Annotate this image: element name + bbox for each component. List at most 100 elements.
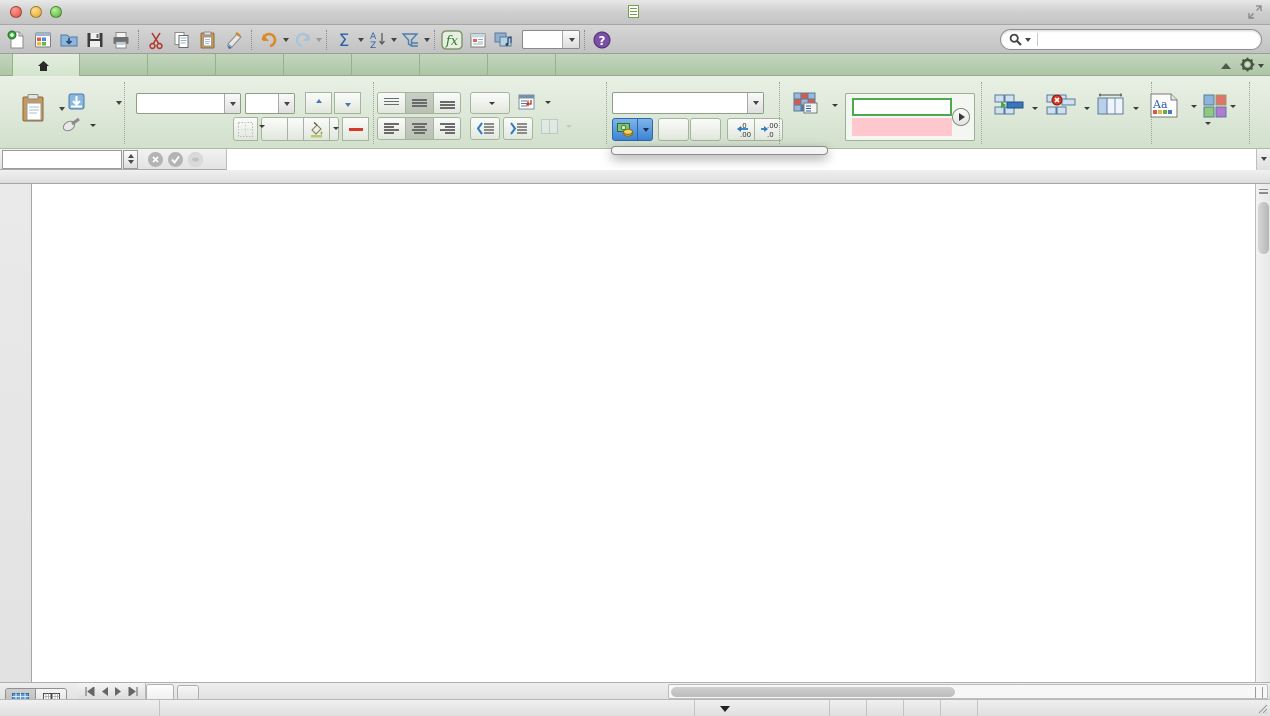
- align-bottom-button[interactable]: [433, 92, 461, 114]
- align-left-button[interactable]: [377, 117, 405, 140]
- theme-colors-dropdown-arrow[interactable]: [1230, 104, 1236, 108]
- print-icon[interactable]: [108, 26, 134, 53]
- horizontal-scroll-thumb[interactable]: [671, 687, 955, 697]
- scroll-split-handle[interactable]: [1257, 185, 1270, 197]
- align-center-button[interactable]: [405, 117, 433, 140]
- fill-dropdown-arrow[interactable]: [116, 101, 122, 105]
- increase-decimal-icon[interactable]: .00 .0: [727, 118, 755, 141]
- currency-icon[interactable]: [612, 118, 638, 141]
- tab-home[interactable]: [12, 54, 80, 76]
- style-bad[interactable]: [852, 118, 952, 136]
- wrap-text-dropdown-arrow[interactable]: [545, 101, 551, 104]
- accept-icon[interactable]: [168, 151, 183, 167]
- vertical-scrollbar[interactable]: [1255, 184, 1270, 682]
- sheet-navigation-buttons[interactable]: [78, 683, 146, 700]
- name-box[interactable]: [2, 149, 122, 169]
- style-normal[interactable]: [852, 98, 952, 116]
- theme-fonts-button[interactable]: [1203, 122, 1211, 125]
- styles-more-button[interactable]: [952, 108, 970, 126]
- currency-dropdown-arrow[interactable]: [638, 118, 653, 141]
- tab-review[interactable]: [488, 54, 556, 76]
- new-icon[interactable]: [4, 26, 30, 53]
- orientation-button[interactable]: [470, 92, 510, 114]
- format-painter-icon[interactable]: [221, 26, 247, 53]
- conditional-formatting-button[interactable]: [779, 92, 837, 119]
- filter-dropdown-arrow[interactable]: [424, 37, 430, 42]
- paste-icon[interactable]: [195, 26, 221, 53]
- tab-smartart[interactable]: [284, 54, 352, 76]
- merge-dropdown-arrow[interactable]: [566, 125, 572, 128]
- decrease-indent-button[interactable]: [470, 117, 500, 140]
- last-sheet-icon[interactable]: [128, 685, 138, 699]
- scroll-resize-grip[interactable]: [1255, 687, 1263, 698]
- tab-charts[interactable]: [216, 54, 284, 76]
- font-color-icon[interactable]: [342, 117, 369, 141]
- tab-formulas[interactable]: [352, 54, 420, 76]
- number-format-combobox[interactable]: [612, 92, 764, 114]
- font-name-combobox[interactable]: [136, 93, 241, 114]
- cell-styles-gallery[interactable]: [845, 93, 975, 141]
- paste-dropdown-arrow[interactable]: [59, 107, 65, 111]
- cut-icon[interactable]: [143, 26, 169, 53]
- add-sheet-button[interactable]: [177, 685, 199, 700]
- align-right-button[interactable]: [433, 117, 461, 140]
- gear-icon[interactable]: [1240, 57, 1255, 75]
- tab-data[interactable]: [420, 54, 488, 76]
- fill-color-dropdown-arrow[interactable]: [333, 127, 339, 130]
- open-template-icon[interactable]: [30, 26, 56, 53]
- sum-dropdown-arrow[interactable]: [720, 705, 730, 712]
- fill-button[interactable]: [68, 93, 89, 110]
- redo-dropdown-arrow[interactable]: [316, 37, 322, 42]
- font-size-combobox[interactable]: [245, 93, 295, 114]
- sheet-tab-sheet1[interactable]: [146, 684, 174, 700]
- borders-dropdown-arrow[interactable]: [259, 125, 265, 128]
- show-toolbox-icon[interactable]: [465, 26, 491, 53]
- copy-icon[interactable]: [169, 26, 195, 53]
- delete-cells-button[interactable]: [1040, 93, 1082, 122]
- cancel-icon[interactable]: [148, 151, 163, 167]
- percent-style-button[interactable]: [658, 118, 689, 141]
- currency-format-menu[interactable]: [611, 146, 828, 155]
- shrink-font-button[interactable]: [334, 92, 361, 114]
- horizontal-scrollbar[interactable]: [668, 684, 1268, 699]
- collapse-ribbon-icon[interactable]: [1221, 63, 1231, 69]
- clear-button[interactable]: [62, 117, 96, 134]
- search-icon[interactable]: [1009, 33, 1031, 46]
- sort-icon[interactable]: A Z: [364, 26, 390, 53]
- theme-colors-icon[interactable]: [1203, 94, 1236, 118]
- comma-style-button[interactable]: [690, 118, 721, 141]
- clear-dropdown-arrow[interactable]: [90, 124, 96, 127]
- formula-builder-icon[interactable]: fx: [439, 26, 465, 53]
- fullscreen-icon[interactable]: [1248, 5, 1262, 19]
- theme-fonts-dropdown-arrow[interactable]: [1205, 122, 1211, 125]
- insert-cells-button[interactable]: [988, 93, 1030, 122]
- bold-button[interactable]: [261, 117, 287, 141]
- insert-dropdown-arrow[interactable]: [1032, 107, 1038, 110]
- grow-font-button[interactable]: [305, 92, 332, 114]
- wrap-text-button[interactable]: [518, 94, 551, 111]
- next-sheet-icon[interactable]: [114, 685, 122, 699]
- search-scope-arrow[interactable]: [1025, 37, 1031, 42]
- tab-layout[interactable]: [80, 54, 148, 76]
- undo-icon[interactable]: [256, 26, 282, 53]
- open-icon[interactable]: [56, 26, 82, 53]
- align-top-button[interactable]: [377, 92, 405, 114]
- fill-color-icon[interactable]: [303, 117, 330, 141]
- formula-bar-expand-button[interactable]: [1256, 148, 1270, 170]
- help-icon[interactable]: ?: [589, 26, 615, 53]
- media-browser-icon[interactable]: [491, 26, 517, 53]
- vertical-scroll-thumb[interactable]: [1258, 202, 1269, 254]
- sum-indicator[interactable]: [695, 700, 830, 716]
- filter-icon[interactable]: [397, 26, 423, 53]
- resize-grip-icon[interactable]: [1256, 702, 1268, 714]
- borders-icon[interactable]: [233, 117, 258, 141]
- first-sheet-icon[interactable]: [85, 685, 95, 699]
- save-icon[interactable]: [82, 26, 108, 53]
- redo-icon[interactable]: [289, 26, 315, 53]
- name-box-stepper[interactable]: [123, 149, 138, 169]
- insert-function-icon[interactable]: [188, 151, 203, 167]
- paste-button[interactable]: [12, 93, 54, 126]
- tab-tables[interactable]: [148, 54, 216, 76]
- autosum-icon[interactable]: Σ: [331, 26, 357, 53]
- format-cells-button[interactable]: [1090, 93, 1132, 122]
